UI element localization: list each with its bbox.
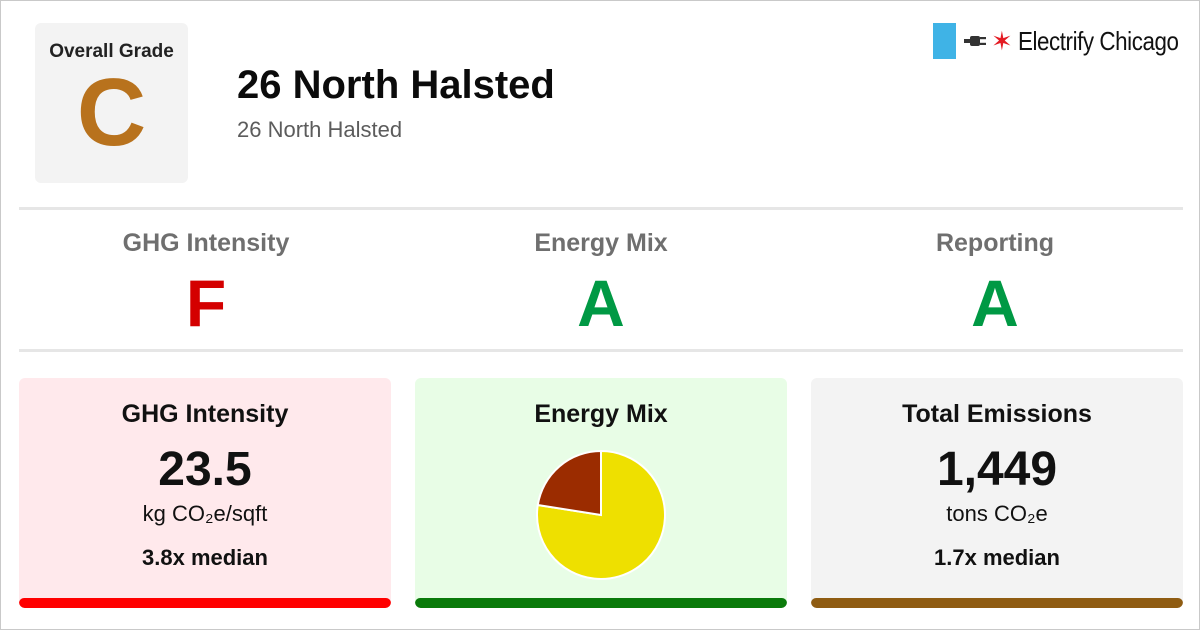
energy-mix-grade-label: Energy Mix (534, 229, 668, 257)
ghg-intensity-value: 23.5 (158, 443, 252, 496)
emissions-median-comparison: 1.7x median (934, 545, 1060, 570)
card-title: Total Emissions (902, 400, 1092, 428)
star-icon: ✶ (991, 26, 1013, 56)
building-address: 26 North Halsted (237, 117, 403, 142)
card-accent-bar (415, 598, 787, 608)
ghg-median-comparison: 3.8x median (142, 545, 268, 570)
plug-icon (964, 36, 986, 46)
brand-logo: ✶ Electrify Chicago (933, 23, 1200, 59)
card-accent-bar (19, 598, 391, 608)
energy-mix-card: Energy Mix (415, 378, 787, 608)
card-title: Energy Mix (534, 400, 668, 428)
energy-mix-grade-letter: A (577, 266, 625, 340)
building-name: 26 North Halsted (237, 63, 555, 107)
brand-name: Electrify Chicago (1017, 25, 1179, 56)
total-emissions-value: 1,449 (936, 443, 1058, 496)
ghg-intensity-card: GHG Intensity 23.5 kg CO₂e/sqft 3.8x med… (19, 378, 391, 608)
divider (19, 207, 1183, 210)
social-card: Overall Grade C 26 North Halsted 26 Nort… (0, 0, 1200, 630)
ghg-grade: GHG Intensity F (9, 229, 403, 336)
reporting-grade: Reporting A (798, 229, 1192, 336)
card-accent-bar (811, 598, 1183, 608)
energy-mix-grade: Energy Mix A (404, 229, 798, 336)
overall-grade-letter: C (76, 59, 147, 166)
card-title: GHG Intensity (121, 400, 289, 428)
ghg-grade-label: GHG Intensity (122, 229, 290, 257)
ghg-grade-letter: F (185, 266, 227, 340)
total-emissions-card: Total Emissions 1,449 tons CO₂e 1.7x med… (811, 378, 1183, 608)
reporting-grade-label: Reporting (935, 229, 1055, 257)
ghg-intensity-unit: kg CO₂e/sqft (142, 501, 268, 526)
flag-bar-icon (933, 23, 956, 59)
divider (19, 349, 1183, 352)
energy-mix-pie-chart (536, 449, 666, 580)
reporting-grade-letter: A (971, 266, 1019, 340)
overall-grade-box: Overall Grade C (35, 23, 188, 183)
pie-slice-1 (536, 449, 602, 517)
total-emissions-unit: tons CO₂e (946, 501, 1048, 526)
